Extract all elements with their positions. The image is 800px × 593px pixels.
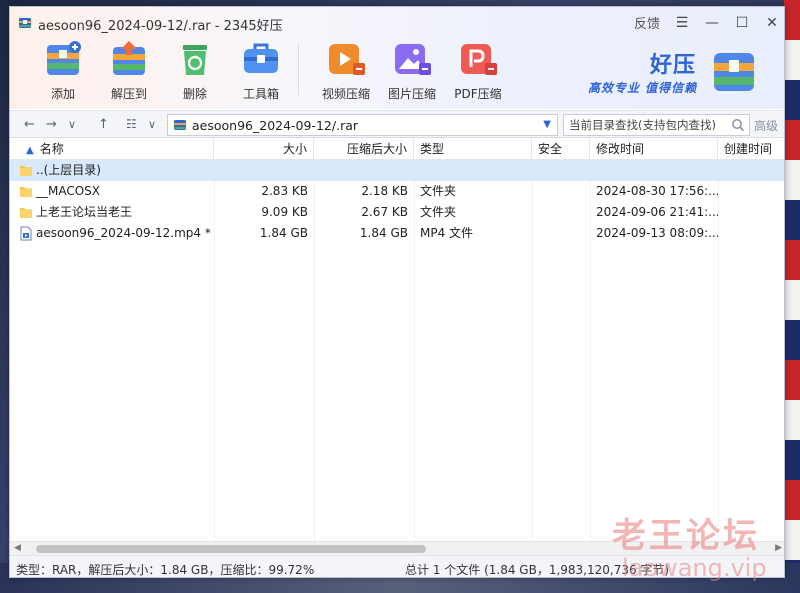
add-button[interactable]: 添加 bbox=[30, 39, 96, 102]
extract-to-button[interactable]: 解压到 bbox=[96, 39, 162, 102]
file-name: __MACOSX bbox=[36, 184, 101, 198]
up-directory-icon[interactable]: ↑ bbox=[98, 117, 109, 132]
column-secure[interactable]: 安全 bbox=[532, 138, 590, 160]
file-list: ▲ 名称 大小 压缩后大小 类型 安全 修改时间 创建时间 ..(上层目录) __… bbox=[10, 138, 784, 541]
advanced-search-button[interactable]: 高级 bbox=[754, 117, 778, 134]
delete-button[interactable]: 删除 bbox=[162, 39, 228, 102]
column-created[interactable]: 创建时间 bbox=[718, 138, 784, 160]
column-packed-size[interactable]: 压缩后大小 bbox=[314, 138, 414, 160]
file-packed-size: 2.18 KB bbox=[361, 184, 408, 198]
window-title: aesoon96_2024-09-12/.rar - 2345好压 bbox=[38, 19, 283, 34]
table-row[interactable]: 上老王论坛当老王 9.09 KB 2.67 KB 文件夹 2024-09-06 … bbox=[10, 202, 784, 223]
file-size: 2.83 KB bbox=[261, 184, 308, 198]
desktop-background-stripe bbox=[784, 0, 800, 593]
file-packed-size bbox=[314, 160, 414, 181]
file-type: MP4 文件 bbox=[420, 226, 474, 240]
toolbox-label: 工具箱 bbox=[242, 87, 279, 101]
scroll-right-icon[interactable]: ▶ bbox=[775, 543, 782, 553]
file-type: 文件夹 bbox=[420, 184, 457, 198]
pdf-compress-label: PDF压缩 bbox=[454, 87, 502, 101]
search-input[interactable] bbox=[564, 115, 724, 135]
delete-label: 删除 bbox=[182, 87, 207, 101]
menu-icon[interactable]: ☰ bbox=[674, 15, 690, 31]
scroll-left-icon[interactable]: ◀ bbox=[14, 543, 21, 553]
column-modified[interactable]: 修改时间 bbox=[590, 138, 718, 160]
file-size: 1.84 GB bbox=[259, 226, 308, 240]
image-compress-label: 图片压缩 bbox=[387, 87, 436, 101]
selection-total: 总计 1 个文件 (1.84 GB，1,983,120,736 字节) bbox=[405, 563, 670, 577]
table-row[interactable]: __MACOSX 2.83 KB 2.18 KB 文件夹 2024-08-30 … bbox=[10, 181, 784, 202]
close-icon[interactable]: ✕ bbox=[764, 15, 780, 31]
search-field bbox=[563, 114, 750, 136]
table-row[interactable]: aesoon96_2024-09-12.mp4 * 1.84 GB 1.84 G… bbox=[10, 223, 784, 244]
toolbar-divider bbox=[298, 43, 299, 95]
file-size bbox=[214, 160, 314, 181]
file-name: 上老王论坛当老王 bbox=[36, 205, 133, 219]
scrollbar-thumb[interactable] bbox=[36, 545, 426, 553]
column-type[interactable]: 类型 bbox=[414, 138, 532, 160]
address-bar: ← → ∨ ↑ ☷ ∨ aesoon96_2024-09-12/.rar ▼ 高… bbox=[10, 110, 784, 138]
file-type: 文件夹 bbox=[420, 205, 457, 219]
column-size[interactable]: 大小 bbox=[214, 138, 314, 160]
search-icon[interactable] bbox=[731, 118, 745, 132]
app-logo-icon bbox=[19, 18, 31, 28]
file-modified bbox=[590, 160, 718, 181]
column-name[interactable]: ▲ 名称 bbox=[10, 138, 214, 160]
column-name-label: 名称 bbox=[39, 142, 64, 156]
brand-archive-icon bbox=[714, 53, 754, 91]
add-label: 添加 bbox=[50, 87, 75, 101]
status-bar: 类型：RAR，解压后大小：1.84 GB，压缩比：99.72% 总计 1 个文件… bbox=[10, 555, 784, 577]
feedback-link[interactable]: 反馈 bbox=[634, 13, 660, 32]
recycle-delete-icon bbox=[183, 45, 207, 75]
brand-slogan: 高效专业 值得信赖 bbox=[588, 81, 698, 95]
file-size: 9.09 KB bbox=[261, 205, 308, 219]
archive-path-icon bbox=[174, 120, 186, 130]
app-window: aesoon96_2024-09-12/.rar - 2345好压 反馈 ☰ —… bbox=[9, 6, 785, 578]
table-row[interactable]: ..(上层目录) bbox=[10, 160, 784, 181]
sort-up-icon: ▲ bbox=[26, 145, 34, 156]
window-controls: 反馈 ☰ — ☐ ✕ bbox=[634, 13, 780, 33]
horizontal-scrollbar[interactable]: ◀ ▶ bbox=[10, 541, 784, 555]
video-compress-icon bbox=[329, 44, 365, 75]
file-list-header: ▲ 名称 大小 压缩后大小 类型 安全 修改时间 创建时间 bbox=[10, 138, 784, 160]
path-dropdown-icon[interactable]: ▼ bbox=[543, 119, 551, 130]
forward-arrow-icon[interactable]: → bbox=[46, 117, 57, 132]
back-arrow-icon[interactable]: ← bbox=[24, 117, 35, 132]
file-modified: 2024-09-06 21:41:... bbox=[596, 205, 718, 219]
add-archive-icon bbox=[47, 41, 81, 75]
video-compress-label: 视频压缩 bbox=[321, 87, 370, 101]
path-field[interactable]: aesoon96_2024-09-12/.rar ▼ bbox=[167, 114, 558, 136]
extract-to-icon bbox=[113, 41, 145, 75]
view-mode-dropdown-icon[interactable]: ∨ bbox=[148, 118, 156, 131]
main-toolbar: 添加 解压到 删除 工具箱 视频压缩 图片压缩 PDF压缩 bbox=[30, 39, 511, 105]
file-name: aesoon96_2024-09-12.mp4 * bbox=[36, 226, 211, 240]
image-compress-icon bbox=[395, 44, 431, 75]
brand-logo: 好压 高效专业 值得信赖 bbox=[588, 45, 758, 101]
image-compress-button[interactable]: 图片压缩 bbox=[379, 39, 445, 102]
brand-name: 好压 bbox=[650, 53, 697, 78]
file-packed-size: 2.67 KB bbox=[361, 205, 408, 219]
file-name: ..(上层目录) bbox=[36, 163, 101, 177]
video-compress-button[interactable]: 视频压缩 bbox=[313, 39, 379, 102]
file-modified: 2024-09-13 08:09:... bbox=[596, 226, 718, 240]
path-text: aesoon96_2024-09-12/.rar bbox=[192, 118, 359, 133]
maximize-icon[interactable]: ☐ bbox=[734, 15, 750, 31]
pdf-compress-button[interactable]: PDF压缩 bbox=[445, 39, 511, 102]
extract-to-label: 解压到 bbox=[110, 87, 147, 101]
view-mode-icon[interactable]: ☷ bbox=[126, 117, 137, 131]
file-packed-size: 1.84 GB bbox=[359, 226, 408, 240]
file-modified: 2024-08-30 17:56:... bbox=[596, 184, 718, 198]
pdf-compress-icon bbox=[461, 44, 497, 75]
toolbox-button[interactable]: 工具箱 bbox=[228, 39, 294, 102]
toolbox-icon bbox=[244, 43, 278, 73]
window-header: aesoon96_2024-09-12/.rar - 2345好压 反馈 ☰ —… bbox=[10, 7, 784, 109]
file-type bbox=[414, 160, 532, 181]
archive-info: 类型：RAR，解压后大小：1.84 GB，压缩比：99.72% bbox=[16, 563, 315, 577]
history-dropdown-icon[interactable]: ∨ bbox=[68, 118, 76, 131]
minimize-icon[interactable]: — bbox=[704, 15, 720, 31]
